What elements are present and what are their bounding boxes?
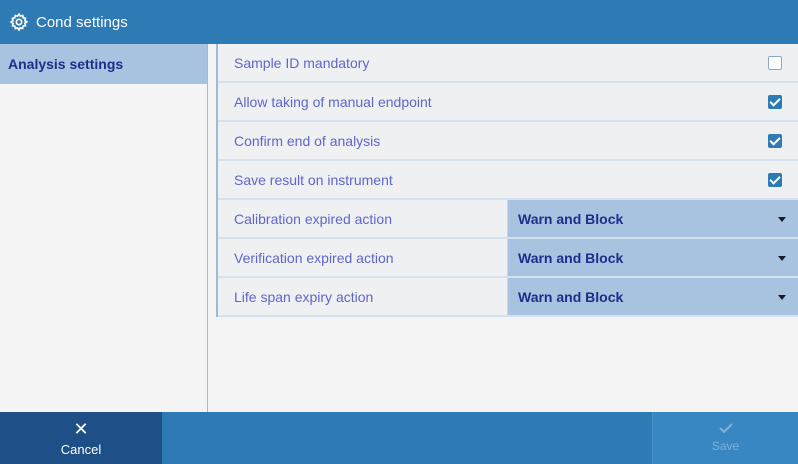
setting-row-confirm-end[interactable]: Confirm end of analysis xyxy=(218,122,798,161)
settings-list: Sample ID mandatory Allow taking of manu… xyxy=(216,44,798,317)
gear-icon xyxy=(8,11,30,33)
caret-down-icon xyxy=(778,216,786,222)
bottom-toolbar: ✕ Cancel Save xyxy=(0,412,798,464)
caret-down-icon xyxy=(778,255,786,261)
sidebar: Analysis settings xyxy=(0,44,208,412)
save-label: Save xyxy=(711,439,740,453)
calibration-expired-dropdown[interactable]: Warn and Block xyxy=(508,200,798,237)
setting-row-manual-endpoint[interactable]: Allow taking of manual endpoint xyxy=(218,83,798,122)
setting-row-sample-id-mandatory[interactable]: Sample ID mandatory xyxy=(218,44,798,83)
sidebar-item-analysis-settings[interactable]: Analysis settings xyxy=(0,44,207,84)
setting-row-save-result[interactable]: Save result on instrument xyxy=(218,161,798,200)
life-span-expiry-dropdown[interactable]: Warn and Block xyxy=(508,278,798,315)
cancel-label: Cancel xyxy=(60,441,102,457)
close-icon: ✕ xyxy=(73,418,89,439)
setting-row-verification-expired: Verification expired action Warn and Blo… xyxy=(218,239,798,278)
dropdown-value: Warn and Block xyxy=(518,249,624,266)
setting-label: Life span expiry action xyxy=(218,278,508,315)
checkmark-icon xyxy=(718,423,733,433)
window-title: Cond settings xyxy=(36,13,128,31)
setting-row-life-span-expiry: Life span expiry action Warn and Block xyxy=(218,278,798,317)
setting-label: Allow taking of manual endpoint xyxy=(234,93,432,110)
settings-panel: Sample ID mandatory Allow taking of manu… xyxy=(216,44,798,412)
cancel-button[interactable]: ✕ Cancel xyxy=(0,412,162,464)
setting-label: Sample ID mandatory xyxy=(234,54,370,71)
setting-row-calibration-expired: Calibration expired action Warn and Bloc… xyxy=(218,200,798,239)
title-bar: Cond settings xyxy=(0,0,798,44)
sample-id-mandatory-checkbox[interactable] xyxy=(768,55,782,70)
manual-endpoint-checkbox[interactable] xyxy=(768,94,782,109)
dropdown-value: Warn and Block xyxy=(518,210,624,227)
confirm-end-checkbox[interactable] xyxy=(768,133,782,148)
verification-expired-dropdown[interactable]: Warn and Block xyxy=(508,239,798,276)
sidebar-item-label: Analysis settings xyxy=(8,56,124,72)
setting-label: Calibration expired action xyxy=(218,200,508,237)
setting-label: Save result on instrument xyxy=(234,171,393,188)
save-button[interactable]: Save xyxy=(652,412,798,464)
save-result-checkbox[interactable] xyxy=(768,172,782,187)
setting-label: Verification expired action xyxy=(218,239,508,276)
setting-label: Confirm end of analysis xyxy=(234,132,381,149)
caret-down-icon xyxy=(778,294,786,300)
dropdown-value: Warn and Block xyxy=(518,288,624,305)
